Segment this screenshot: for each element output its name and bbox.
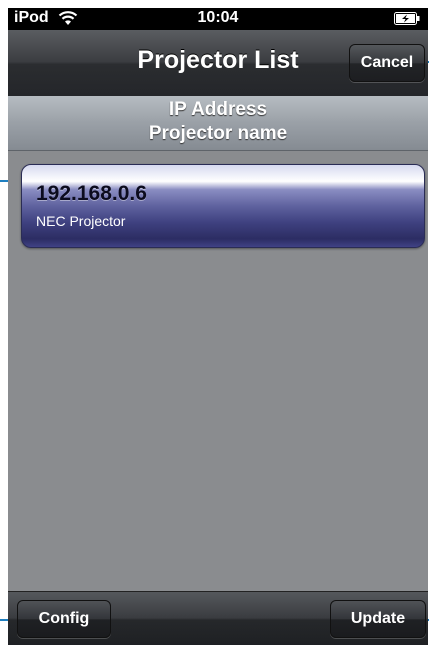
projector-list-item[interactable]: 192.168.0.6 NEC Projector <box>21 164 425 248</box>
status-bar: iPod 10:04 <box>8 8 428 30</box>
projector-name: NEC Projector <box>36 213 126 229</box>
projector-list: 192.168.0.6 NEC Projector <box>8 151 428 591</box>
config-button[interactable]: Config <box>17 600 111 638</box>
projector-ip-address: 192.168.0.6 <box>36 182 147 205</box>
device-screen: iPod 10:04 Projector List Cancel IP Addr… <box>8 8 428 645</box>
list-column-header: IP Address Projector name <box>8 96 428 151</box>
navigation-bar: Projector List Cancel <box>8 30 428 97</box>
cancel-button[interactable]: Cancel <box>349 44 425 82</box>
update-button[interactable]: Update <box>330 600 426 638</box>
bottom-toolbar: Config Update <box>8 591 428 645</box>
status-time: 10:04 <box>197 9 239 26</box>
header-projector-name: Projector name <box>148 123 288 144</box>
header-ip-address: IP Address <box>168 99 268 120</box>
battery-charging-icon <box>394 12 420 25</box>
